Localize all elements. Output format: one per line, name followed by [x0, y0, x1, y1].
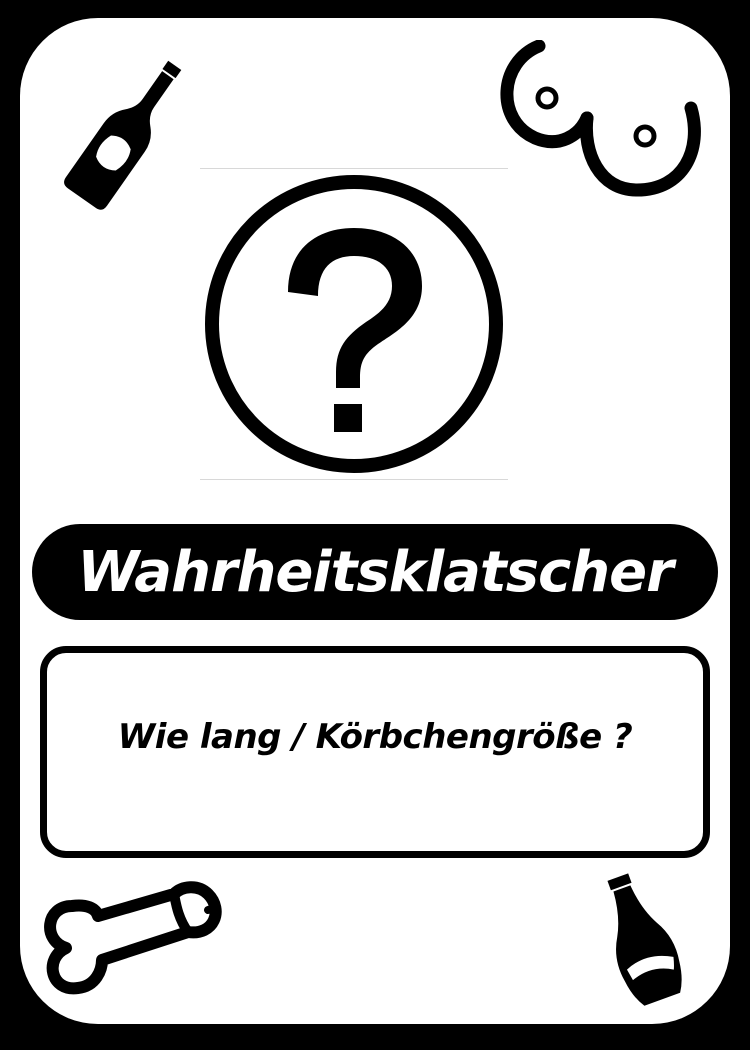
cola-bottle-icon [607, 873, 682, 1006]
card-title-banner: Wahrheitsklatscher [32, 524, 718, 620]
penis-icon [44, 881, 222, 995]
question-text: Wie lang / Körbchengröße ? [117, 717, 633, 757]
card: Wahrheitsklatscher Wie lang / Körbchengr… [20, 18, 730, 1024]
card-title: Wahrheitsklatscher [77, 539, 673, 605]
beer-bottle-icon [64, 60, 182, 210]
breasts-icon [500, 40, 701, 197]
emblem-top-rule [200, 168, 508, 169]
emblem-bottom-rule [200, 479, 508, 480]
question-mark-circle-icon [205, 175, 503, 473]
question-box: Wie lang / Körbchengröße ? [40, 646, 710, 858]
category-emblem [200, 168, 508, 480]
